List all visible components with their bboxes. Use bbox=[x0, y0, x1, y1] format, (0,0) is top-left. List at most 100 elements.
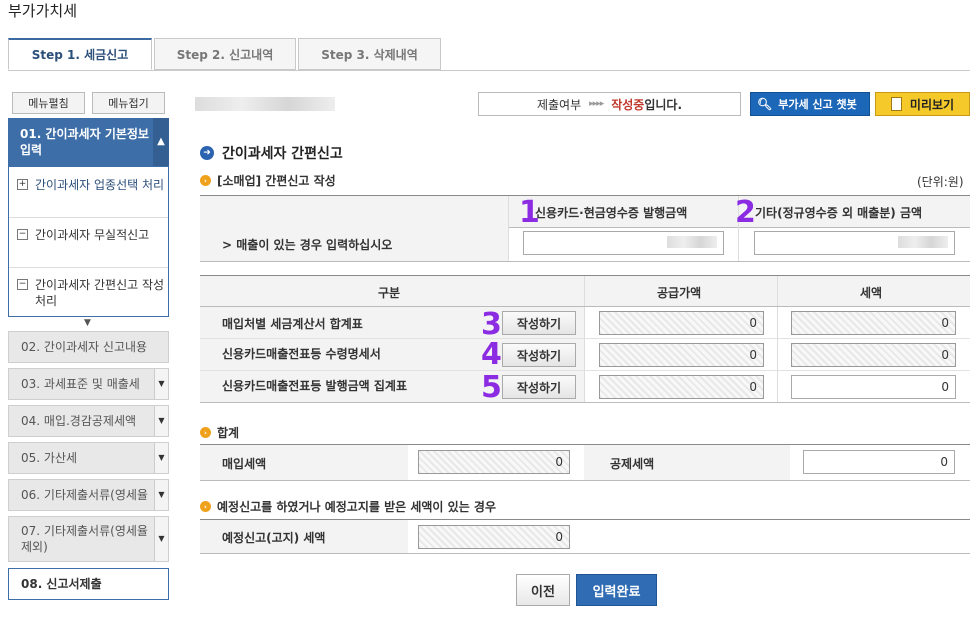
section-retail: › [소매업] 간편신고 작성 bbox=[200, 172, 336, 189]
sidebar-menu-label: 08. 신고서제출 bbox=[21, 577, 102, 591]
submission-status: 제출여부 ▸▸▸▸ 작성중 입니다. bbox=[478, 92, 741, 116]
chevron-down-icon[interactable]: ▼ bbox=[154, 480, 168, 510]
sidebar-menu-02[interactable]: 02. 간이과세자 신고내용 bbox=[8, 331, 169, 363]
preview-button[interactable]: 미리보기 bbox=[875, 92, 970, 116]
sidebar-item-no-performance[interactable]: − 간이과세자 무실적신고 bbox=[9, 227, 168, 243]
prev-button[interactable]: 이전 bbox=[516, 574, 570, 606]
main-title: ➜ 간이과세자 간편신고 bbox=[200, 143, 343, 163]
card-issue-supply-field: 0 bbox=[599, 375, 764, 399]
row-tax-invoice-label: 매입처별 세금계산서 합계표 bbox=[222, 317, 363, 331]
col-card-amount: 신용카드·현금영수증 발행금액 bbox=[535, 206, 688, 220]
divider bbox=[200, 402, 970, 403]
divider bbox=[200, 370, 970, 371]
row-card-receipt-label: 신용카드매출전표등 수령명세서 bbox=[222, 347, 381, 361]
chevron-down-icon[interactable]: ▼ bbox=[154, 406, 168, 436]
sidebar-menu-06[interactable]: 06. 기타제출서류(영세율 ▼ bbox=[8, 479, 169, 511]
tax-invoice-tax-field: 0 bbox=[791, 311, 956, 335]
sidebar-item-label: 간이과세자 업종선택 처리 bbox=[35, 178, 165, 192]
sidebar-submenu: + 간이과세자 업종선택 처리 − 간이과세자 무실적신고 − 간이과세자 간편… bbox=[8, 166, 169, 317]
write-card-receipt-button[interactable]: 작성하기 bbox=[502, 343, 576, 367]
divider bbox=[200, 480, 970, 481]
table-header-bg bbox=[200, 276, 970, 306]
arrow-circle-icon: › bbox=[200, 175, 211, 186]
col-supply: 공급가액 bbox=[657, 286, 702, 300]
divider bbox=[508, 196, 509, 261]
divider bbox=[777, 276, 778, 402]
chatbot-button[interactable]: 🔍︎ 부가세 신고 챗봇 bbox=[750, 92, 870, 116]
deduct-tax-input[interactable]: 0 bbox=[803, 450, 955, 474]
menu-collapse-button[interactable]: 메뉴접기 bbox=[92, 92, 165, 114]
sidebar-menu-label: 01. 간이과세자 기본정보 입력 bbox=[20, 127, 149, 157]
sidebar-menu-basic-info[interactable]: 01. 간이과세자 기본정보 입력 ▲ bbox=[8, 118, 169, 166]
deduct-tax-label: 공제세액 bbox=[610, 457, 655, 471]
menu-expand-button[interactable]: 메뉴펼침 bbox=[12, 92, 85, 114]
section-total: › 합계 bbox=[200, 424, 239, 441]
divider bbox=[200, 261, 970, 262]
sidebar-menu-label: 03. 과세표준 및 매출세 bbox=[21, 377, 140, 391]
divider bbox=[200, 306, 970, 307]
sidebar-item-business-type[interactable]: + 간이과세자 업종선택 처리 bbox=[9, 177, 168, 193]
card-receipt-supply-field: 0 bbox=[599, 343, 764, 367]
status-prefix: 제출여부 bbox=[536, 97, 582, 112]
arrow-circle-icon: › bbox=[200, 427, 211, 438]
purchase-tax-label: 매입세액 bbox=[222, 457, 267, 471]
annotation-5: 5 bbox=[481, 370, 502, 405]
divider bbox=[200, 553, 970, 554]
tab-step1[interactable]: Step 1. 세금신고 bbox=[8, 38, 152, 70]
sidebar-menu-08[interactable]: 08. 신고서제출 bbox=[8, 568, 169, 600]
card-issue-tax-input[interactable]: 0 bbox=[791, 375, 956, 399]
arrow-circle-icon: ➜ bbox=[200, 146, 214, 160]
prelim-tax-label: 예정신고(고지) 세액 bbox=[222, 531, 326, 545]
section-prelim: › 예정신고를 하였거나 예정고지를 받은 세액이 있는 경우 bbox=[200, 498, 496, 515]
chevron-down-icon[interactable]: ▼ bbox=[154, 369, 168, 399]
tab-step2[interactable]: Step 2. 신고내역 bbox=[154, 38, 296, 70]
prelim-tax-field: 0 bbox=[418, 525, 570, 549]
sidebar-menu-05[interactable]: 05. 가산세 ▼ bbox=[8, 442, 169, 474]
chevron-down-icon[interactable]: ▼ bbox=[154, 517, 168, 561]
sidebar-item-label: 간이과세자 간편신고 작성 처리 bbox=[35, 278, 165, 308]
down-arrow-icon: ▼ bbox=[84, 318, 91, 328]
chatbot-label: 부가세 신고 챗봇 bbox=[778, 98, 857, 111]
unit-label: (단위:원) bbox=[917, 175, 964, 189]
main-title-text: 간이과세자 간편신고 bbox=[222, 146, 343, 162]
annotation-3: 3 bbox=[481, 307, 502, 342]
blurred-value bbox=[898, 236, 948, 248]
sidebar-item-label: 간이과세자 무실적신고 bbox=[35, 228, 150, 242]
write-tax-invoice-button[interactable]: 작성하기 bbox=[502, 311, 576, 335]
sidebar-menu-label: 05. 가산세 bbox=[21, 451, 78, 465]
divider bbox=[200, 338, 970, 339]
tab-divider bbox=[8, 70, 970, 71]
col-type: 구분 bbox=[378, 286, 401, 300]
other-amount-input[interactable] bbox=[754, 231, 955, 255]
minus-icon: − bbox=[17, 279, 28, 290]
page-title: 부가가치세 bbox=[8, 2, 78, 20]
divider bbox=[9, 267, 168, 268]
divider bbox=[584, 276, 585, 402]
tax-invoice-supply-field: 0 bbox=[599, 311, 764, 335]
tab-step3[interactable]: Step 3. 삭제내역 bbox=[298, 38, 441, 70]
status-value: 작성중 bbox=[611, 97, 645, 112]
sidebar-menu-label: 06. 기타제출서류(영세율 bbox=[21, 488, 148, 502]
complete-button[interactable]: 입력완료 bbox=[576, 574, 657, 606]
col-tax: 세액 bbox=[860, 286, 883, 300]
document-icon bbox=[890, 97, 902, 111]
blurred-value bbox=[667, 236, 717, 248]
sidebar-menu-03[interactable]: 03. 과세표준 및 매출세 ▼ bbox=[8, 368, 169, 400]
sales-row-label: > 매출이 있는 경우 입력하십시오 bbox=[222, 238, 393, 252]
sidebar-menu-07[interactable]: 07. 기타제출서류(영세율 제외) ▼ bbox=[8, 516, 169, 562]
annotation-2: 2 bbox=[735, 195, 756, 230]
row-card-issue-label: 신용카드매출전표등 발행금액 집계표 bbox=[222, 379, 407, 393]
sidebar-menu-04[interactable]: 04. 매입.경감공제세액 ▼ bbox=[8, 405, 169, 437]
card-amount-input[interactable] bbox=[523, 231, 724, 255]
annotation-4: 4 bbox=[481, 337, 502, 372]
chevron-up-icon[interactable]: ▲ bbox=[153, 118, 169, 166]
section-title: 예정신고를 하였거나 예정고지를 받은 세액이 있는 경우 bbox=[217, 500, 496, 514]
sidebar-menu-label: 07. 기타제출서류(영세율 제외) bbox=[21, 524, 148, 554]
sidebar-item-simple-report[interactable]: − 간이과세자 간편신고 작성 처리 bbox=[9, 277, 168, 309]
chevron-down-icon[interactable]: ▼ bbox=[154, 443, 168, 473]
status-arrows: ▸▸▸▸ bbox=[589, 99, 604, 109]
globe-search-icon: 🔍︎ bbox=[757, 97, 773, 111]
sidebar-menu-label: 02. 간이과세자 신고내용 bbox=[21, 340, 148, 354]
sidebar-menu-label: 04. 매입.경감공제세액 bbox=[21, 414, 137, 428]
write-card-issue-button[interactable]: 작성하기 bbox=[502, 375, 576, 399]
